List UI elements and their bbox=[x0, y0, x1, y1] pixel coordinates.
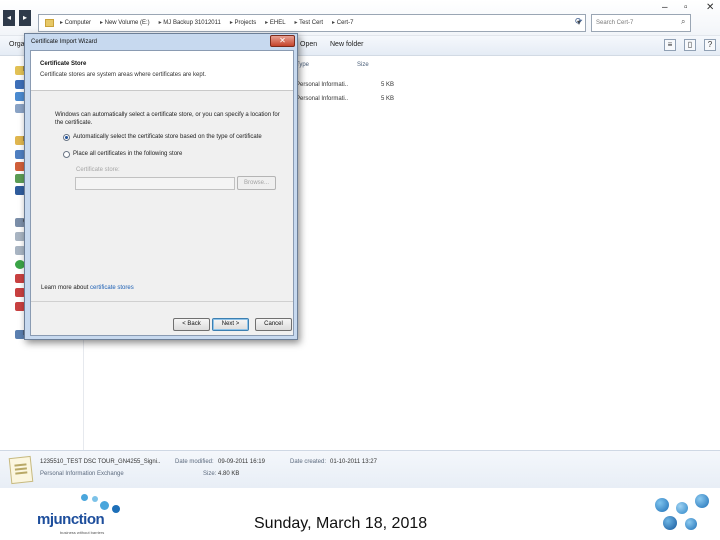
title-bar: ◂ ▸ Computer New Volume (E:) MJ Backup 3… bbox=[0, 0, 720, 36]
back-button[interactable]: < Back bbox=[173, 318, 210, 331]
dialog-title: Certificate Import Wizard bbox=[31, 39, 98, 45]
detail-date-created-label: Date created: bbox=[290, 459, 327, 465]
logo-tagline: business without barriers bbox=[60, 530, 105, 535]
page-heading: Certificate Store bbox=[40, 61, 87, 67]
detail-file-name: 1235510_TEST DSC TOUR_GN4255_Signi.. bbox=[40, 459, 161, 465]
breadcrumb-backup[interactable]: MJ Backup 31012011 bbox=[159, 19, 221, 26]
place-in-store-label[interactable]: Place all certificates in the following … bbox=[73, 151, 182, 157]
slide-date: Sunday, March 18, 2018 bbox=[254, 515, 428, 532]
detail-date-created: 01-10-2011 13:27 bbox=[330, 459, 377, 465]
search-input[interactable]: Search Cert-7 bbox=[591, 14, 691, 32]
mjunction-logo: mjunction business without barriers bbox=[34, 492, 124, 537]
breadcrumb-test-cert[interactable]: Test Cert bbox=[295, 19, 323, 26]
detail-date-modified: 09-09-2011 16:19 bbox=[218, 459, 265, 465]
logo-dot bbox=[81, 494, 88, 501]
certificate-store-input bbox=[75, 177, 235, 190]
breadcrumb-projects[interactable]: Projects bbox=[230, 19, 257, 26]
logo-sphere bbox=[685, 518, 697, 530]
close-window-icon[interactable]: ✕ bbox=[706, 2, 714, 13]
auto-select-store-label[interactable]: Automatically select the certificate sto… bbox=[73, 134, 262, 140]
cancel-button[interactable]: Cancel bbox=[255, 318, 292, 331]
divider bbox=[31, 301, 293, 302]
file-size-cell: 5 KB bbox=[381, 82, 395, 88]
certificate-stores-link[interactable]: certificate stores bbox=[90, 285, 134, 291]
forward-nav-button[interactable]: ▸ bbox=[19, 10, 31, 26]
intro-text-line-1: Windows can automatically select a certi… bbox=[55, 112, 280, 118]
search-icon: ⌕ bbox=[681, 17, 686, 26]
auto-select-store-radio[interactable] bbox=[63, 134, 70, 141]
back-nav-button[interactable]: ◂ bbox=[3, 10, 15, 26]
intro-text-line-2: the certificate. bbox=[55, 120, 93, 126]
logo-dot bbox=[100, 501, 109, 510]
logo-wordmark: mjunction bbox=[37, 511, 105, 528]
store-field-label: Certificate store: bbox=[76, 167, 120, 173]
page-subheading: Certificate stores are system areas wher… bbox=[40, 72, 207, 78]
logo-sphere bbox=[663, 516, 677, 530]
breadcrumb-computer[interactable]: Computer bbox=[60, 19, 91, 26]
next-button[interactable]: Next > bbox=[212, 318, 249, 331]
detail-size-label: Size: bbox=[203, 471, 217, 477]
view-options-icon[interactable]: ≡ bbox=[664, 39, 676, 51]
place-in-store-radio[interactable] bbox=[63, 151, 70, 158]
detail-date-modified-label: Date modified: bbox=[175, 459, 214, 465]
breadcrumb-cert-7[interactable]: Cert-7 bbox=[332, 19, 354, 26]
slide-footer: mjunction business without barriers Sund… bbox=[0, 488, 720, 540]
details-pane: 1235510_TEST DSC TOUR_GN4255_Signi.. Per… bbox=[0, 450, 720, 488]
help-icon[interactable]: ? bbox=[704, 39, 716, 51]
organize-menu[interactable]: Orga bbox=[9, 41, 25, 48]
file-type-cell: Personal Informati.. bbox=[296, 96, 349, 102]
close-icon[interactable]: ✕ bbox=[270, 35, 295, 47]
minimize-icon[interactable]: – bbox=[662, 2, 668, 13]
detail-file-type: Personal Information Exchange bbox=[40, 471, 124, 477]
browse-button: Browse... bbox=[237, 176, 276, 190]
certificate-import-wizard-dialog: Certificate Import Wizard ✕ Certificate … bbox=[24, 33, 298, 340]
logo-sphere bbox=[676, 502, 688, 514]
detail-size: 4.80 KB bbox=[218, 471, 240, 477]
maximize-icon[interactable]: ▫ bbox=[684, 2, 688, 13]
open-button[interactable]: Open bbox=[300, 41, 317, 48]
learn-more-text: Learn more about certificate stores bbox=[41, 285, 134, 291]
dialog-header: Certificate Store Certificate stores are… bbox=[31, 51, 293, 91]
certificate-file-icon bbox=[8, 455, 34, 485]
refresh-icon[interactable]: ⟳ bbox=[575, 16, 583, 27]
logo-dot bbox=[92, 496, 98, 502]
corner-logo bbox=[641, 492, 717, 538]
file-type-cell: Personal Informati.. bbox=[296, 82, 349, 88]
learn-more-prefix: Learn more about bbox=[41, 285, 91, 291]
dialog-body: Certificate Store Certificate stores are… bbox=[30, 50, 294, 336]
address-bar[interactable]: Computer New Volume (E:) MJ Backup 31012… bbox=[38, 14, 586, 32]
folder-icon bbox=[45, 19, 54, 27]
logo-dot bbox=[112, 505, 120, 513]
breadcrumb-ehel[interactable]: EHEL bbox=[265, 19, 286, 26]
logo-sphere bbox=[695, 494, 709, 508]
logo-sphere bbox=[655, 498, 669, 512]
new-folder-button[interactable]: New folder bbox=[330, 41, 363, 48]
column-header-size[interactable]: Size bbox=[357, 62, 369, 68]
preview-pane-icon[interactable]: ▯ bbox=[684, 39, 696, 51]
breadcrumb-volume[interactable]: New Volume (E:) bbox=[100, 19, 150, 26]
file-size-cell: 5 KB bbox=[381, 96, 395, 102]
